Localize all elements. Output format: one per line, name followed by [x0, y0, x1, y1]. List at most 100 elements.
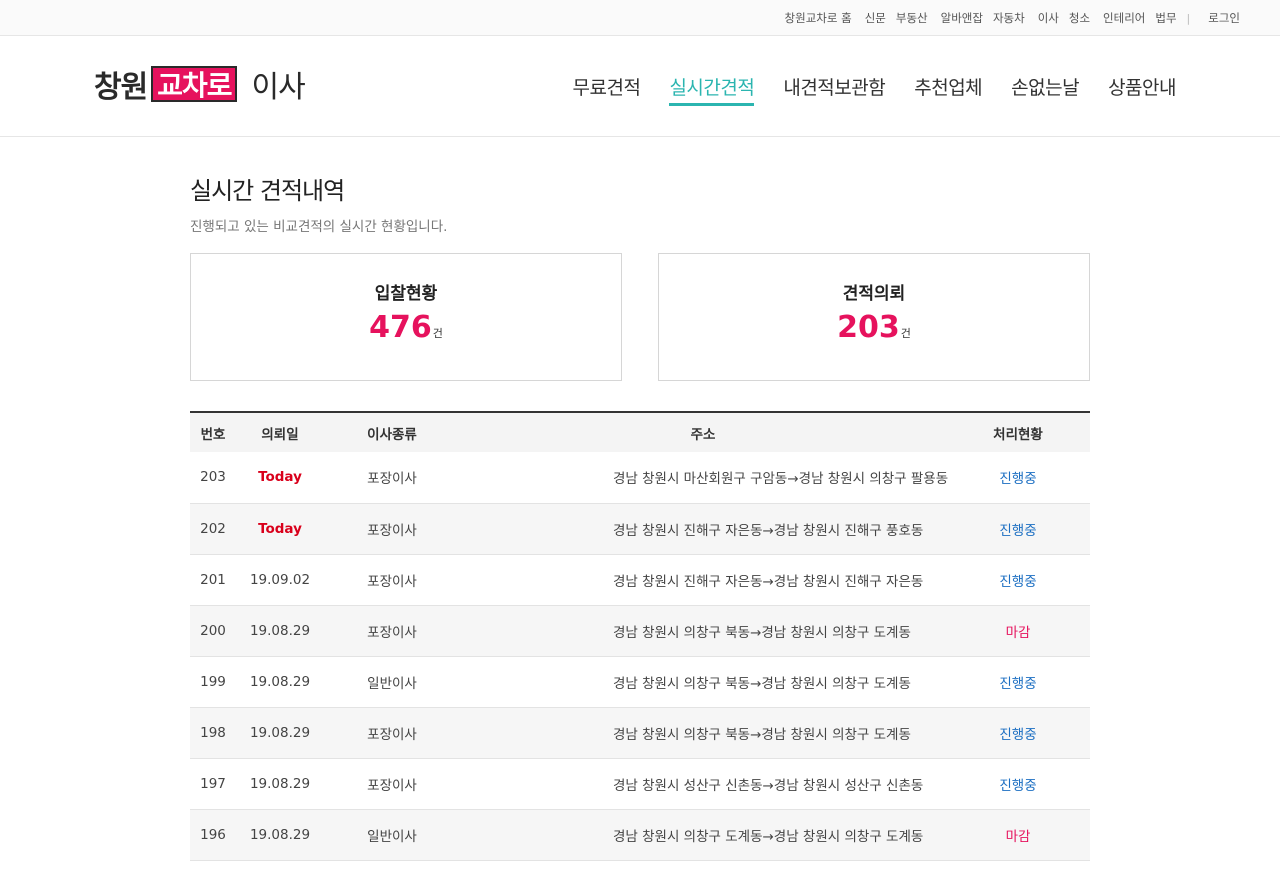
row-move-type: 포장이사 — [367, 522, 417, 539]
table-row[interactable]: 196 19.08.29 일반이사 경남 창원시 의창구 도계동→경남 창원시 … — [190, 809, 1090, 860]
row-number: 197 — [200, 775, 226, 792]
row-address-text: 경남 창원시 의창구 북동→경남 창원시 의창구 도계동 — [613, 726, 911, 743]
row-move-type: 포장이사 — [367, 471, 417, 488]
table-header-row: 번호 의뢰일 이사종류 주소 처리현황 — [190, 413, 1090, 452]
row-move-type: 포장이사 — [367, 777, 417, 794]
row-date: 19.08.29 — [249, 673, 311, 690]
nav-lucky-days[interactable]: 손없는날 — [1011, 68, 1079, 106]
topbar-separator: | — [1186, 11, 1191, 25]
row-status: 진행중 — [999, 675, 1037, 692]
site-logo[interactable]: 창원 교차로 이사 — [94, 64, 306, 105]
table-row[interactable]: 203 Today 포장이사 경남 창원시 마산회원구 구암동→경남 창원시 의… — [190, 452, 1090, 503]
row-address-text: 경남 창원시 진해구 자은동→경남 창원시 진해구 자은동 — [613, 573, 924, 590]
row-date: 19.08.29 — [249, 775, 311, 792]
page-title: 실시간 견적내역 — [190, 177, 345, 205]
logo-highlight: 교차로 — [151, 66, 238, 102]
topbar-link-realestate[interactable]: 부동산 — [896, 10, 928, 26]
main-content: 실시간 견적내역 진행되고 있는 비교견적의 실시간 현황입니다. 입찰현황 4… — [190, 137, 1090, 861]
estimate-table: 번호 의뢰일 이사종류 주소 처리현황 203 Today 포장이사 경남 창원… — [190, 413, 1090, 861]
nav-product-info[interactable]: 상품안내 — [1108, 68, 1176, 106]
table-row[interactable]: 202 Today 포장이사 경남 창원시 진해구 자은동→경남 창원시 진해구… — [190, 503, 1090, 554]
top-utility-links: 창원교차로 홈 신문 부동산 알바앤잡 자동차 이사 청소 인테리어 법무 | … — [775, 0, 1240, 36]
stats-summary: 입찰현황 476건 견적의뢰 203건 — [190, 253, 1090, 381]
row-number: 196 — [200, 826, 226, 843]
stat-box-requests: 견적의뢰 203건 — [658, 253, 1090, 381]
main-navigation: 무료견적 실시간견적 내견적보관함 추천업체 손없는날 상품안내 — [544, 68, 1176, 108]
site-header: 창원 교차로 이사 무료견적 실시간견적 내견적보관함 추천업체 손없는날 상품… — [0, 36, 1280, 137]
row-address-text: 경남 창원시 마산회원구 구암동→경남 창원시 의창구 팔용동 — [613, 471, 949, 488]
stat-label: 입찰현황 — [374, 284, 438, 304]
logo-suffix: 이사 — [251, 70, 305, 105]
row-number: 199 — [200, 673, 226, 690]
row-date: 19.08.29 — [249, 826, 311, 843]
row-date: 19.09.02 — [249, 571, 311, 588]
row-status: 마감 — [1005, 828, 1031, 845]
row-move-type: 포장이사 — [367, 624, 417, 641]
row-status: 진행중 — [999, 777, 1037, 794]
column-header-number: 번호 — [200, 426, 226, 443]
row-date: 19.08.29 — [249, 622, 311, 639]
row-number: 201 — [200, 571, 226, 588]
table-row[interactable]: 197 19.08.29 포장이사 경남 창원시 성산구 신촌동→경남 창원시 … — [190, 758, 1090, 809]
logo-prefix: 창원 — [94, 70, 148, 105]
topbar-link-cleaning[interactable]: 청소 — [1069, 10, 1090, 26]
table-row[interactable]: 200 19.08.29 포장이사 경남 창원시 의창구 북동→경남 창원시 의… — [190, 605, 1090, 656]
table-row[interactable]: 199 19.08.29 일반이사 경남 창원시 의창구 북동→경남 창원시 의… — [190, 656, 1090, 707]
row-address: 경남 창원시 성산구 신촌동→경남 창원시 성산구 신촌동 — [460, 758, 946, 809]
topbar-link-legal[interactable]: 법무 — [1155, 10, 1176, 26]
nav-recommended-companies[interactable]: 추천업체 — [914, 68, 982, 106]
topbar-link-jobs[interactable]: 알바앤잡 — [941, 10, 983, 26]
stat-unit: 건 — [900, 327, 911, 340]
stat-unit: 건 — [432, 327, 443, 340]
row-status: 진행중 — [999, 726, 1037, 743]
row-address-text: 경남 창원시 의창구 도계동→경남 창원시 의창구 도계동 — [613, 828, 924, 845]
column-header-status: 처리현황 — [993, 426, 1043, 443]
row-address: 경남 창원시 의창구 북동→경남 창원시 의창구 도계동 — [460, 707, 946, 758]
stat-value: 476 — [369, 310, 432, 345]
row-status: 진행중 — [999, 471, 1037, 488]
top-utility-bar: 창원교차로 홈 신문 부동산 알바앤잡 자동차 이사 청소 인테리어 법무 | … — [0, 0, 1280, 36]
column-header-date: 의뢰일 — [261, 426, 299, 443]
row-move-type: 포장이사 — [367, 573, 417, 590]
table-row[interactable]: 198 19.08.29 포장이사 경남 창원시 의창구 북동→경남 창원시 의… — [190, 707, 1090, 758]
row-address: 경남 창원시 의창구 북동→경남 창원시 의창구 도계동 — [460, 656, 946, 707]
row-number: 200 — [200, 622, 226, 639]
topbar-link-cars[interactable]: 자동차 — [993, 10, 1025, 26]
row-date: 19.08.29 — [249, 724, 311, 741]
row-address: 경남 창원시 마산회원구 구암동→경남 창원시 의창구 팔용동 — [460, 452, 949, 503]
stat-value: 203 — [837, 310, 900, 345]
row-date: Today — [258, 469, 302, 486]
row-address: 경남 창원시 진해구 자은동→경남 창원시 진해구 자은동 — [460, 554, 946, 605]
row-address: 경남 창원시 의창구 도계동→경남 창원시 의창구 도계동 — [460, 809, 946, 860]
row-address-text: 경남 창원시 의창구 북동→경남 창원시 의창구 도계동 — [613, 624, 911, 641]
topbar-link-home[interactable]: 창원교차로 홈 — [785, 10, 852, 26]
row-date: Today — [258, 520, 302, 537]
row-address: 경남 창원시 의창구 북동→경남 창원시 의창구 도계동 — [460, 605, 946, 656]
nav-my-estimates[interactable]: 내견적보관함 — [783, 68, 885, 106]
row-move-type: 일반이사 — [367, 675, 417, 692]
row-number: 198 — [200, 724, 226, 741]
row-move-type: 일반이사 — [367, 828, 417, 845]
row-address-text: 경남 창원시 진해구 자은동→경남 창원시 진해구 풍호동 — [613, 522, 924, 539]
stat-box-bids: 입찰현황 476건 — [190, 253, 622, 381]
row-move-type: 포장이사 — [367, 726, 417, 743]
row-number: 203 — [200, 469, 226, 486]
nav-free-estimate[interactable]: 무료견적 — [573, 68, 641, 106]
estimate-table-wrapper: 번호 의뢰일 이사종류 주소 처리현황 203 Today 포장이사 경남 창원… — [190, 411, 1090, 861]
row-address-text: 경남 창원시 의창구 북동→경남 창원시 의창구 도계동 — [613, 675, 911, 692]
column-header-address: 주소 — [690, 426, 716, 443]
topbar-link-newspaper[interactable]: 신문 — [865, 10, 886, 26]
row-address-text: 경남 창원시 성산구 신촌동→경남 창원시 성산구 신촌동 — [613, 777, 924, 794]
login-link[interactable]: 로그인 — [1208, 10, 1240, 26]
row-status: 진행중 — [999, 522, 1037, 539]
column-header-type: 이사종류 — [367, 426, 417, 443]
topbar-link-interior[interactable]: 인테리어 — [1103, 10, 1145, 26]
nav-realtime-estimate[interactable]: 실시간견적 — [669, 68, 755, 106]
page-description: 진행되고 있는 비교견적의 실시간 현황입니다. — [190, 219, 448, 235]
stat-label: 견적의뢰 — [842, 284, 906, 304]
row-address: 경남 창원시 진해구 자은동→경남 창원시 진해구 풍호동 — [460, 503, 946, 554]
topbar-link-moving[interactable]: 이사 — [1038, 10, 1059, 26]
row-status: 진행중 — [999, 573, 1037, 590]
table-row[interactable]: 201 19.09.02 포장이사 경남 창원시 진해구 자은동→경남 창원시 … — [190, 554, 1090, 605]
row-status: 마감 — [1005, 624, 1031, 641]
